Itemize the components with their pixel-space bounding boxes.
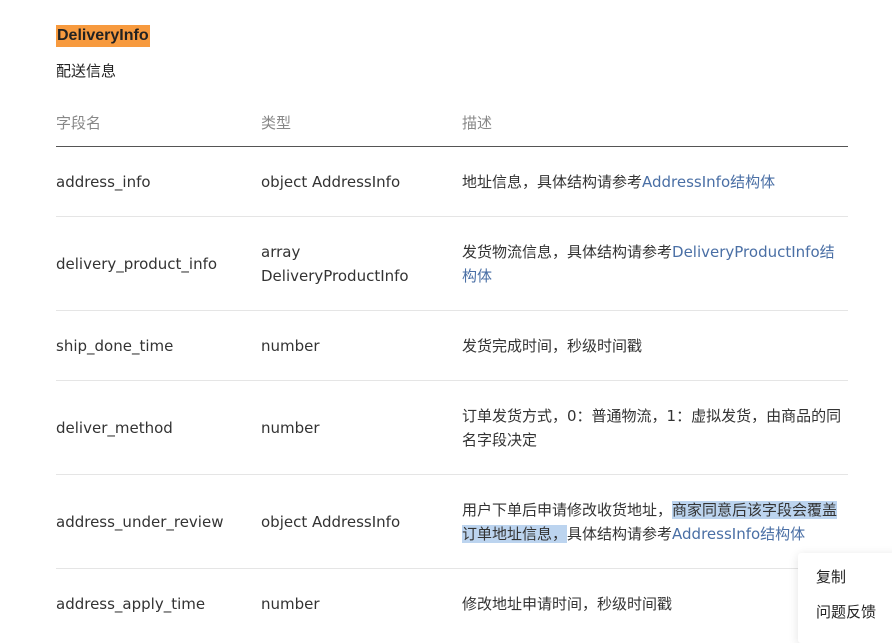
table-row: ship_done_time number 发货完成时间，秒级时间戳 [56, 311, 848, 381]
field-description: 地址信息，具体结构请参考AddressInfo结构体 [462, 170, 852, 194]
description-text: 用户下单后申请修改收货地址， [462, 501, 673, 519]
section-title: DeliveryInfo [56, 25, 150, 47]
type-line: array [261, 243, 301, 261]
field-type: number [261, 337, 320, 355]
field-name: address_apply_time [56, 595, 206, 613]
description-text: 发货物流信息，具体结构请参考 [462, 243, 673, 261]
field-type: array DeliveryProductInfo [261, 240, 441, 288]
context-menu: 复制 问题反馈 [798, 553, 892, 643]
field-description[interactable]: 用户下单后申请修改收货地址，商家同意后该字段会覆盖订单地址信息，具体结构请参考A… [462, 498, 852, 546]
header-field-name: 字段名 [56, 114, 102, 132]
header-description: 描述 [462, 114, 493, 132]
selected-text[interactable]: 订单地址信息， [462, 525, 568, 543]
field-type: number [261, 595, 320, 613]
context-menu-arrow [838, 545, 854, 553]
field-name: delivery_product_info [56, 255, 218, 273]
description-text: 订单发货方式，0：普通物流，1：虚拟发货，由商品的同 [462, 407, 842, 425]
addressinfo-link[interactable]: AddressInfo结构体 [672, 525, 805, 543]
field-name: address_info [56, 173, 151, 191]
header-type: 类型 [261, 114, 292, 132]
table-row: delivery_product_info array DeliveryProdu… [56, 217, 848, 311]
description-text: 地址信息，具体结构请参考 [462, 173, 643, 191]
field-description: 发货物流信息，具体结构请参考DeliveryProductInfo结构体 [462, 240, 852, 288]
description-text: 具体结构请参考 [567, 525, 673, 543]
deliveryproductinfo-link-cont[interactable]: 构体 [462, 267, 492, 285]
addressinfo-link[interactable]: AddressInfo结构体 [642, 173, 775, 191]
fields-table: 字段名 类型 描述 address_info object AddressInf… [56, 100, 848, 638]
table-row: address_under_review object AddressInfo … [56, 475, 848, 569]
field-type: number [261, 419, 320, 437]
field-type: object AddressInfo [261, 173, 401, 191]
field-name: address_under_review [56, 513, 224, 531]
table-row: address_apply_time number 修改地址申请时间，秒级时间戳 [56, 569, 848, 638]
field-description: 发货完成时间，秒级时间戳 [462, 337, 643, 355]
field-type: object AddressInfo [261, 513, 401, 531]
table-row: address_info object AddressInfo 地址信息，具体结… [56, 147, 848, 217]
copy-menu-item[interactable]: 复制 [816, 566, 846, 588]
table-row: deliver_method number 订单发货方式，0：普通物流，1：虚拟… [56, 381, 848, 475]
feedback-menu-item[interactable]: 问题反馈 [816, 601, 876, 623]
deliveryproductinfo-link[interactable]: DeliveryProductInfo结 [672, 243, 835, 261]
description-text: 名字段决定 [462, 431, 538, 449]
section-subtitle: 配送信息 [56, 62, 117, 80]
field-description: 订单发货方式，0：普通物流，1：虚拟发货，由商品的同 名字段决定 [462, 404, 852, 452]
field-description: 修改地址申请时间，秒级时间戳 [462, 595, 673, 613]
selected-text[interactable]: 商家同意后该字段会覆盖 [672, 501, 838, 519]
table-header: 字段名 类型 描述 [56, 100, 848, 147]
field-name: ship_done_time [56, 337, 174, 355]
field-name: deliver_method [56, 419, 173, 437]
type-line: DeliveryProductInfo [261, 267, 409, 285]
